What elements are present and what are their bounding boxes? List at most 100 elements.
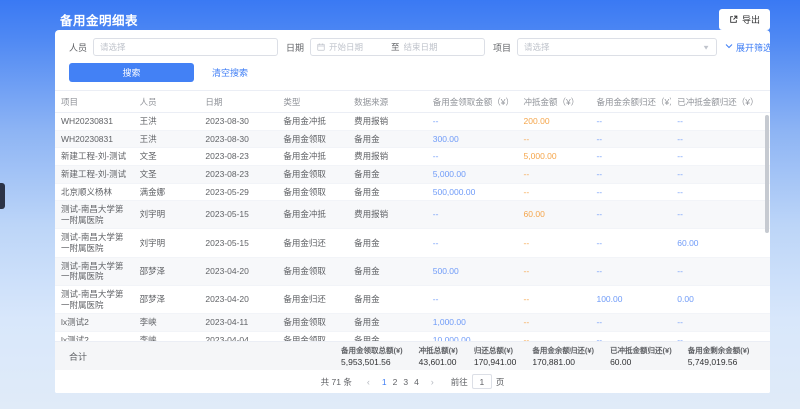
cell-person: 邵梦泽 xyxy=(134,257,200,285)
cell-date: 2023-08-23 xyxy=(199,148,277,166)
cell-offset_return: -- xyxy=(671,201,770,229)
cell-offset_return: -- xyxy=(671,148,770,166)
goto-prefix: 前往 xyxy=(451,376,468,388)
cell-project: 测试-南昌大学第一附属医院 xyxy=(55,257,134,285)
cell-offset: 5,000.00 xyxy=(518,148,591,166)
table-row[interactable]: 测试-南昌大学第一附属医院刘宇明2023-05-15备用金冲抵费用报销--60.… xyxy=(55,201,770,229)
page-button-2[interactable]: 2 xyxy=(390,377,401,387)
chevron-down-icon: ▼ xyxy=(702,43,710,50)
goto-page-input[interactable] xyxy=(472,374,492,389)
expand-filter-label: 展开筛选 xyxy=(736,41,770,54)
page-buttons: 1234 xyxy=(379,377,422,387)
cell-date: 2023-04-11 xyxy=(199,314,277,332)
pagination-bar: 共 71 条 ‹ 1234 › 前往 页 xyxy=(55,370,770,393)
prev-page-button[interactable]: ‹ xyxy=(365,377,372,387)
cell-type: 备用金归还 xyxy=(277,229,348,257)
column-header-7: 备用金余额归还（¥） xyxy=(590,91,671,113)
cell-offset: -- xyxy=(518,314,591,332)
next-page-button[interactable]: › xyxy=(429,377,436,387)
vertical-scrollbar[interactable] xyxy=(765,115,769,233)
table-row[interactable]: 测试-南昌大学第一附属医院邵梦泽2023-04-20备用金归还备用金----10… xyxy=(55,285,770,313)
page-button-3[interactable]: 3 xyxy=(400,377,411,387)
cell-person: 满金娜 xyxy=(134,183,200,201)
date-range-picker[interactable]: 至 xyxy=(310,38,485,56)
cell-project: 新建工程-刘-测试 xyxy=(55,148,134,166)
cell-person: 文圣 xyxy=(134,148,200,166)
cell-offset: -- xyxy=(518,130,591,148)
cell-balance_return: 100.00 xyxy=(590,285,671,313)
summary-totals: 备用金领取总额(¥)5,953,501.56冲抵总额(¥)43,601.00归还… xyxy=(341,345,749,367)
export-button-label: 导出 xyxy=(742,13,760,26)
column-header-3: 类型 xyxy=(277,91,348,113)
filter-bar: 人员 日期 至 项目 ▼ xyxy=(55,30,770,90)
cell-offset_return: -- xyxy=(671,257,770,285)
topbar: 备用金明细表 导出 xyxy=(60,8,770,30)
summary-total-value: 170,881.00 xyxy=(532,357,594,367)
cell-balance_return: -- xyxy=(590,257,671,285)
page-button-4[interactable]: 4 xyxy=(411,377,422,387)
project-select[interactable]: ▼ xyxy=(517,38,717,56)
table-row[interactable]: 新建工程-刘-测试文圣2023-08-23备用金冲抵费用报销--5,000.00… xyxy=(55,148,770,166)
cell-person: 刘宇明 xyxy=(134,201,200,229)
table-row[interactable]: 测试-南昌大学第一附属医院刘宇明2023-05-15备用金归还备用金------… xyxy=(55,229,770,257)
cell-received: 300.00 xyxy=(427,130,518,148)
cell-received: -- xyxy=(427,285,518,313)
data-table-container: 项目人员日期类型数据来源备用金领取金额（¥）冲抵金额（¥）备用金余额归还（¥）已… xyxy=(55,90,770,341)
summary-total-value: 43,601.00 xyxy=(419,357,458,367)
table-row[interactable]: WH20230831王洪2023-08-30备用金冲抵费用报销--200.00-… xyxy=(55,113,770,131)
column-header-5: 备用金领取金额（¥） xyxy=(427,91,518,113)
date-filter: 日期 至 xyxy=(286,38,485,56)
table-row[interactable]: WH20230831王洪2023-08-30备用金领取备用金300.00----… xyxy=(55,130,770,148)
cell-project: WH20230831 xyxy=(55,130,134,148)
clear-search-link[interactable]: 清空搜索 xyxy=(212,66,248,79)
table-row[interactable]: 新建工程-刘-测试文圣2023-08-23备用金领取备用金5,000.00---… xyxy=(55,165,770,183)
person-input[interactable] xyxy=(100,42,271,52)
cell-offset: -- xyxy=(518,257,591,285)
search-button[interactable]: 搜索 xyxy=(69,63,194,82)
expand-filter-link[interactable]: 展开筛选 xyxy=(725,41,770,54)
cell-type: 备用金领取 xyxy=(277,165,348,183)
cell-offset_return: -- xyxy=(671,331,770,341)
goto-suffix: 页 xyxy=(496,376,505,388)
cell-source: 备用金 xyxy=(348,183,427,201)
cell-type: 备用金领取 xyxy=(277,314,348,332)
table-row[interactable]: lx测试2李峡2023-04-04备用金领取备用金10,000.00------ xyxy=(55,331,770,341)
summary-total-label: 备用金余额归还(¥) xyxy=(532,345,594,356)
summary-row: 合计 备用金领取总额(¥)5,953,501.56冲抵总额(¥)43,601.0… xyxy=(55,341,770,370)
page-title: 备用金明细表 xyxy=(60,10,138,29)
cell-person: 刘宇明 xyxy=(134,229,200,257)
cell-person: 王洪 xyxy=(134,130,200,148)
date-end-input[interactable] xyxy=(404,42,462,52)
person-filter: 人员 xyxy=(69,38,278,56)
cell-type: 备用金领取 xyxy=(277,183,348,201)
column-header-8: 已冲抵金额归还（¥） xyxy=(671,91,770,113)
summary-total-value: 170,941.00 xyxy=(474,357,517,367)
summary-total-value: 5,749,019.56 xyxy=(688,357,750,367)
table-row[interactable]: 测试-南昌大学第一附属医院邵梦泽2023-04-20备用金领取备用金500.00… xyxy=(55,257,770,285)
export-button[interactable]: 导出 xyxy=(719,9,770,30)
project-input[interactable] xyxy=(524,42,702,52)
cell-source: 备用金 xyxy=(348,257,427,285)
pagination-total: 共 71 条 xyxy=(321,376,352,388)
page-button-1[interactable]: 1 xyxy=(379,377,390,387)
column-header-0: 项目 xyxy=(55,91,134,113)
cell-received: 10,000.00 xyxy=(427,331,518,341)
cell-offset_return: -- xyxy=(671,314,770,332)
cell-offset_return: -- xyxy=(671,165,770,183)
table-row[interactable]: 北京顺义杨林满金娜2023-05-29备用金领取备用金500,000.00---… xyxy=(55,183,770,201)
cell-balance_return: -- xyxy=(590,165,671,183)
cell-offset: -- xyxy=(518,331,591,341)
person-select[interactable] xyxy=(93,38,278,56)
summary-total-label: 已冲抵金额归还(¥) xyxy=(610,345,672,356)
date-start-input[interactable] xyxy=(329,42,387,52)
cell-type: 备用金领取 xyxy=(277,331,348,341)
cell-source: 备用金 xyxy=(348,165,427,183)
cell-project: lx测试2 xyxy=(55,314,134,332)
cell-project: lx测试2 xyxy=(55,331,134,341)
cell-received: 500.00 xyxy=(427,257,518,285)
summary-total: 备用金余额归还(¥)170,881.00 xyxy=(532,345,594,367)
person-label: 人员 xyxy=(69,41,87,54)
table-row[interactable]: lx测试2李峡2023-04-11备用金领取备用金1,000.00------ xyxy=(55,314,770,332)
chevron-down-icon xyxy=(725,42,733,52)
side-drawer-handle[interactable] xyxy=(0,183,5,209)
